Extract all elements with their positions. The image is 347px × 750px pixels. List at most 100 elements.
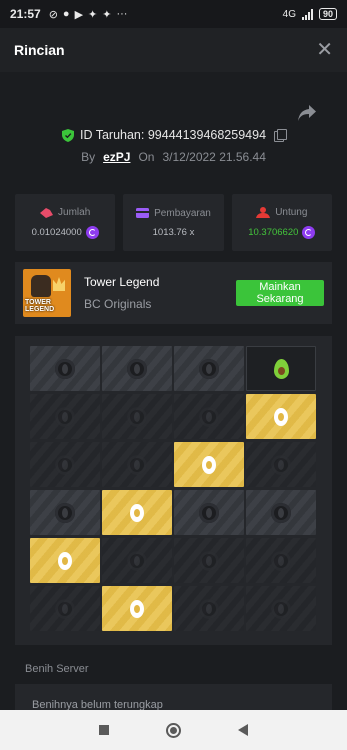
game-provider: BC Originals — [84, 297, 152, 311]
network-label: 4G — [282, 8, 296, 20]
recents-button[interactable] — [98, 725, 109, 735]
tile-dim — [30, 442, 100, 487]
system-nav-bar — [0, 710, 347, 750]
play-now-button[interactable]: Mainkan Sekarang — [236, 280, 324, 306]
coin-icon — [302, 225, 316, 239]
rock-icon — [55, 358, 75, 379]
tile-dim — [174, 586, 244, 631]
tile-dim — [102, 442, 172, 487]
bet-byline: By ezPJ On 3/12/2022 21.56.44 — [0, 150, 347, 164]
pinterest-icon: ● — [62, 8, 70, 20]
rock-icon — [271, 550, 291, 571]
stat-profit-label: Untung — [275, 206, 308, 218]
bet-id: ID Taruhan: 99444139468259494 — [79, 128, 267, 142]
rock-icon — [199, 358, 219, 379]
bet-date: 3/12/2022 21.56.44 — [162, 150, 266, 164]
system-icons: 4G 90 — [283, 8, 337, 20]
stat-payout: Pembayaran 1013.76 x — [123, 194, 224, 251]
rock-icon — [271, 598, 291, 619]
status-bar: 21:57 ⊘ ● ▶ ✦ ✦ ··· 4G 90 — [0, 0, 347, 28]
stat-profit: Untung 10.3706620 — [231, 194, 332, 251]
game-thumbnail-text: TOWER LEGEND — [25, 299, 55, 313]
rock-icon — [199, 598, 219, 619]
stat-amount-value: 0.01024000 — [31, 226, 82, 238]
notification-icons: ⊘ ● ▶ ✦ ✦ ··· — [49, 8, 128, 21]
tile-stone — [102, 346, 172, 391]
stat-payout-label: Pembayaran — [154, 207, 211, 219]
profit-icon — [256, 206, 271, 218]
coin-icon — [85, 225, 99, 239]
tile-gold — [30, 538, 100, 583]
stat-profit-value: 10.3706620 — [248, 226, 299, 238]
server-seed-label: Benih Server — [25, 663, 89, 675]
rock-icon — [199, 502, 219, 523]
rock-icon — [199, 406, 219, 427]
share-icon[interactable] — [297, 104, 317, 122]
modal-header: Rincian ✕ — [0, 28, 347, 72]
monster-icon — [31, 275, 51, 297]
crown-icon — [53, 277, 65, 291]
tile-gold — [102, 586, 172, 631]
tower-grid — [30, 346, 316, 631]
rock-icon — [55, 502, 75, 523]
egg-icon — [202, 455, 216, 474]
page-title: Rincian — [14, 42, 65, 58]
tile-stone — [174, 490, 244, 535]
bet-stats: Jumlah 0.01024000 Pembayaran 1013.76 x U… — [15, 194, 332, 251]
tile-stone — [174, 346, 244, 391]
avocado-icon — [273, 358, 289, 379]
tile-avocado — [246, 346, 316, 391]
tile-dim — [30, 394, 100, 439]
bet-id-row: ID Taruhan: 99444139468259494 — [0, 128, 347, 142]
egg-icon — [130, 599, 144, 618]
copy-icon[interactable] — [274, 129, 288, 142]
game-name: Tower Legend — [84, 275, 160, 289]
egg-icon — [274, 407, 288, 426]
youtube-icon: ▶ — [74, 8, 84, 21]
close-icon[interactable]: ✕ — [316, 40, 333, 60]
twitter-icon: ✦ — [102, 8, 112, 21]
tile-dim — [102, 394, 172, 439]
rock-icon — [55, 454, 75, 475]
tile-dim — [174, 394, 244, 439]
game-card: TOWER LEGEND Tower Legend BC Originals M… — [15, 262, 332, 324]
card-icon — [136, 208, 150, 218]
egg-icon — [130, 503, 144, 522]
rock-icon — [199, 550, 219, 571]
tile-gold — [102, 490, 172, 535]
tile-dim — [246, 538, 316, 583]
tile-dim — [30, 586, 100, 631]
dnd-icon: ⊘ — [48, 8, 58, 21]
back-button[interactable] — [238, 724, 249, 736]
rock-icon — [127, 358, 147, 379]
tile-stone — [30, 346, 100, 391]
rock-icon — [271, 454, 291, 475]
home-button[interactable] — [165, 722, 181, 738]
tile-dim — [102, 538, 172, 583]
rock-icon — [55, 406, 75, 427]
egg-icon — [58, 551, 72, 570]
username-link[interactable]: ezPJ — [103, 150, 130, 164]
rock-icon — [127, 550, 147, 571]
status-time: 21:57 — [10, 7, 41, 21]
game-thumbnail[interactable]: TOWER LEGEND — [23, 269, 71, 317]
money-icon — [40, 207, 54, 218]
rock-icon — [271, 502, 291, 523]
tile-stone — [30, 490, 100, 535]
by-label: By — [81, 150, 96, 164]
tile-dim — [246, 442, 316, 487]
rock-icon — [55, 598, 75, 619]
tile-stone — [246, 490, 316, 535]
stat-amount: Jumlah 0.01024000 — [15, 194, 116, 251]
tile-dim — [246, 586, 316, 631]
battery-icon: 90 — [318, 8, 337, 20]
tile-dim — [174, 538, 244, 583]
twitter-icon: ✦ — [88, 8, 98, 21]
more-icon: ··· — [116, 8, 128, 20]
tile-gold — [174, 442, 244, 487]
tile-gold — [246, 394, 316, 439]
rock-icon — [127, 454, 147, 475]
stat-payout-value: 1013.76 x — [152, 226, 195, 238]
stat-amount-label: Jumlah — [58, 206, 91, 218]
shield-icon — [61, 128, 74, 142]
